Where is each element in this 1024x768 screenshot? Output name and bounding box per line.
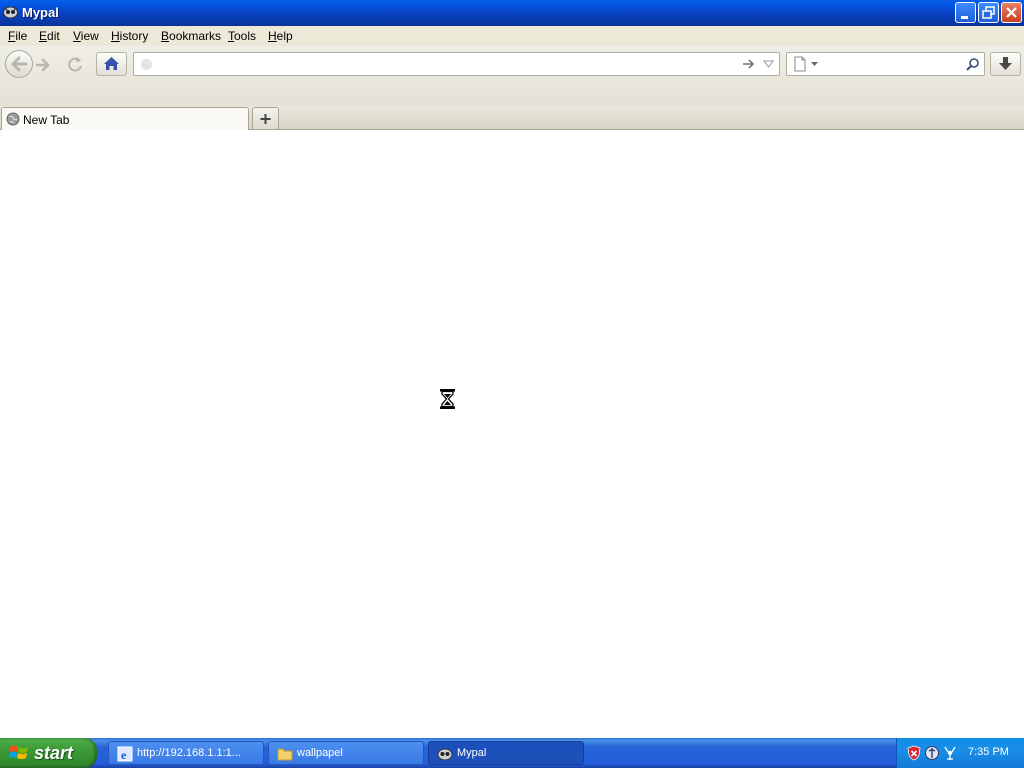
menu-history[interactable]: History — [111, 29, 148, 43]
system-tray: 7:35 PM — [896, 738, 1024, 768]
reload-icon[interactable] — [66, 55, 84, 73]
svg-text:e: e — [121, 748, 127, 762]
search-input[interactable] — [821, 55, 965, 75]
start-label: start — [34, 743, 74, 763]
close-icon — [1006, 7, 1017, 18]
tab-new-tab[interactable]: New Tab — [1, 107, 249, 130]
window-titlebar[interactable]: Mypal — [0, 0, 1024, 26]
close-button[interactable] — [1001, 2, 1022, 23]
download-arrow-icon — [999, 57, 1012, 70]
site-identity-icon — [141, 59, 152, 70]
globe-icon — [6, 112, 20, 126]
restore-button[interactable] — [978, 2, 999, 23]
menu-bookmarks[interactable]: Bookmarks — [161, 29, 221, 43]
security-shield-icon[interactable] — [906, 745, 922, 761]
windows-logo-icon — [9, 745, 28, 759]
home-button[interactable] — [96, 52, 127, 76]
taskbar-item-folder[interactable]: wallpapel — [268, 741, 424, 765]
menu-file[interactable]: File — [8, 29, 27, 43]
home-icon — [104, 57, 119, 70]
folder-icon — [277, 748, 293, 761]
navigation-toolbar — [0, 46, 1024, 106]
url-input[interactable] — [156, 55, 740, 75]
taskbar-item-label: http://192.168.1.1:1... — [137, 747, 241, 759]
ie-icon: e — [117, 746, 133, 762]
new-tab-button[interactable] — [252, 107, 279, 129]
hourglass-icon — [440, 389, 455, 409]
taskbar-item-mypal[interactable]: Mypal — [428, 741, 584, 765]
window-title: Mypal — [22, 5, 59, 20]
antivirus-icon[interactable] — [924, 745, 940, 761]
search-icon[interactable] — [965, 57, 980, 72]
downloads-button[interactable] — [990, 52, 1021, 76]
search-bar[interactable] — [786, 52, 985, 76]
clock: 7:35 PM — [968, 746, 1009, 758]
tab-strip: New Tab — [0, 106, 1024, 130]
url-history-dropdown-icon[interactable] — [763, 60, 774, 68]
minimize-icon — [961, 16, 968, 19]
restore-icon — [982, 6, 995, 19]
back-arrow-icon — [11, 56, 28, 72]
minimize-button[interactable] — [955, 2, 976, 23]
forward-arrow-icon[interactable] — [34, 56, 52, 74]
tab-label: New Tab — [23, 113, 70, 127]
start-button[interactable]: start — [0, 738, 97, 768]
menu-tools[interactable]: Tools — [228, 29, 256, 43]
taskbar: start e http://192.168.1.1:1... wallpape… — [0, 738, 1024, 768]
menu-bar: File Edit View History Bookmarks Tools H… — [0, 26, 1024, 46]
page-content[interactable] — [0, 130, 1024, 738]
engine-dropdown-icon[interactable] — [811, 62, 818, 66]
menu-view[interactable]: View — [73, 29, 99, 43]
plus-icon — [260, 114, 271, 124]
network-icon[interactable] — [942, 745, 958, 761]
search-engine-icon[interactable] — [792, 56, 808, 72]
menu-help[interactable]: Help — [268, 29, 293, 43]
back-button[interactable] — [5, 50, 33, 78]
mypal-app-icon — [3, 5, 18, 19]
taskbar-item-ie[interactable]: e http://192.168.1.1:1... — [108, 741, 264, 765]
url-bar[interactable] — [133, 52, 780, 76]
go-arrow-icon[interactable] — [741, 57, 755, 71]
taskbar-item-label: Mypal — [457, 747, 487, 759]
mypal-app-icon — [437, 748, 453, 761]
menu-edit[interactable]: Edit — [39, 29, 60, 43]
taskbar-item-label: wallpapel — [297, 747, 343, 759]
